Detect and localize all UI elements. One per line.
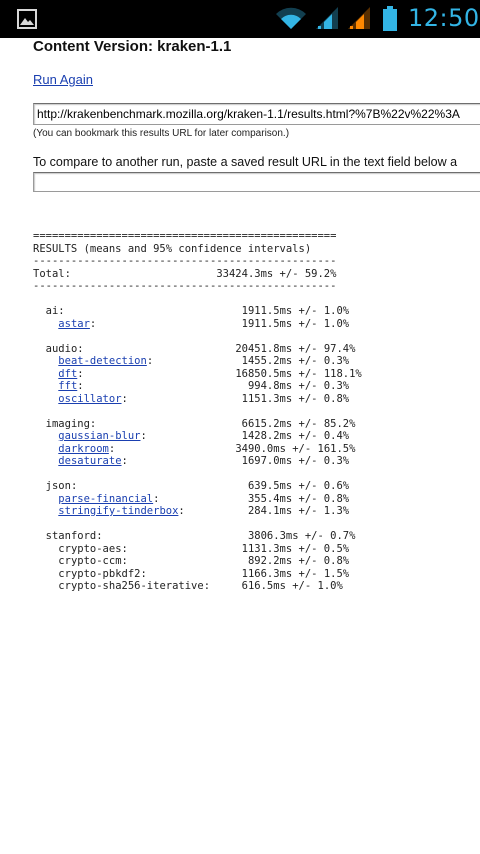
- battery-icon: [382, 6, 398, 37]
- signal-icon: [346, 6, 372, 35]
- test-link-astar[interactable]: astar: [58, 318, 90, 330]
- test-value: 1697.0ms +/- 0.3%: [241, 455, 350, 467]
- test-link-oscillator[interactable]: oscillator: [58, 393, 121, 405]
- group-label: audio:: [45, 342, 84, 355]
- test-value: 1455.2ms +/- 0.3%: [241, 355, 350, 367]
- web-page: Content Version: kraken-1.1 Run Again ht…: [0, 38, 480, 854]
- test-link-fft[interactable]: fft: [58, 380, 77, 392]
- group-value: 1911.5ms +/- 1.0%: [241, 305, 350, 317]
- compare-instructions: To compare to another run, paste a saved…: [33, 155, 458, 169]
- test-link-dft[interactable]: dft: [58, 368, 77, 380]
- test-value: 16850.5ms +/- 118.1%: [235, 367, 362, 380]
- test-value: 355.4ms +/- 0.8%: [247, 492, 350, 505]
- test-value: 1131.3ms +/- 0.5%: [241, 542, 350, 555]
- test-value: 1428.2ms +/- 0.4%: [241, 430, 350, 442]
- run-again-link[interactable]: Run Again: [33, 72, 93, 87]
- results-rule: ========================================…: [33, 230, 337, 242]
- clock: 12:50: [408, 4, 480, 32]
- test-value: 1151.3ms +/- 0.8%: [241, 392, 350, 405]
- content-version-heading: Content Version: kraken-1.1: [33, 38, 232, 55]
- test-value: 1911.5ms +/- 1.0%: [241, 317, 350, 330]
- results-divider: ----------------------------------------…: [33, 280, 337, 292]
- results-table: ========================================…: [33, 230, 362, 592]
- group-value: 20451.8ms +/- 97.4%: [235, 342, 356, 355]
- test-link-beat-detection[interactable]: beat-detection: [58, 355, 147, 367]
- total-label: Total:: [33, 267, 71, 280]
- group-label: stanford:: [45, 530, 103, 542]
- group-value: 639.5ms +/- 0.6%: [247, 480, 350, 492]
- test-value: 3490.0ms +/- 161.5%: [235, 442, 356, 455]
- test-value: 1166.3ms +/- 1.5%: [241, 567, 350, 580]
- group-label: ai:: [45, 305, 65, 317]
- group-value: 6615.2ms +/- 85.2%: [241, 417, 356, 430]
- results-url-field[interactable]: http://krakenbenchmark.mozilla.org/krake…: [33, 103, 480, 125]
- group-label: json:: [45, 480, 78, 492]
- total-value: 33424.3ms +/- 59.2%: [216, 267, 337, 280]
- test-link-darkroom[interactable]: darkroom: [58, 443, 109, 455]
- compare-url-field[interactable]: [33, 172, 480, 192]
- test-value: 616.5ms +/- 1.0%: [241, 580, 343, 592]
- status-bar: 12:50: [0, 0, 480, 38]
- group-label: imaging:: [45, 417, 97, 430]
- test-name: crypto-ccm: [58, 555, 122, 567]
- test-value: 284.1ms +/- 1.3%: [247, 505, 350, 517]
- test-link-stringify-tinderbox[interactable]: stringify-tinderbox: [58, 505, 178, 517]
- results-header: RESULTS (means and 95% confidence interv…: [33, 242, 312, 255]
- test-value: 892.2ms +/- 0.8%: [247, 555, 350, 567]
- test-value: 994.8ms +/- 0.3%: [247, 380, 350, 392]
- test-name: crypto-sha256-iterative: [58, 580, 204, 592]
- test-link-desaturate[interactable]: desaturate: [58, 455, 121, 467]
- results-divider: ----------------------------------------…: [33, 255, 337, 267]
- test-link-gaussian-blur[interactable]: gaussian-blur: [58, 430, 140, 442]
- bookmark-note: (You can bookmark this results URL for l…: [33, 128, 290, 139]
- gallery-icon: [17, 9, 37, 34]
- test-link-parse-financial[interactable]: parse-financial: [58, 493, 153, 505]
- test-name: crypto-pbkdf2: [58, 567, 141, 580]
- signal-icon: [314, 6, 340, 35]
- wifi-icon: [275, 6, 307, 35]
- test-name: crypto-aes: [58, 542, 122, 555]
- group-value: 3806.3ms +/- 0.7%: [247, 530, 356, 542]
